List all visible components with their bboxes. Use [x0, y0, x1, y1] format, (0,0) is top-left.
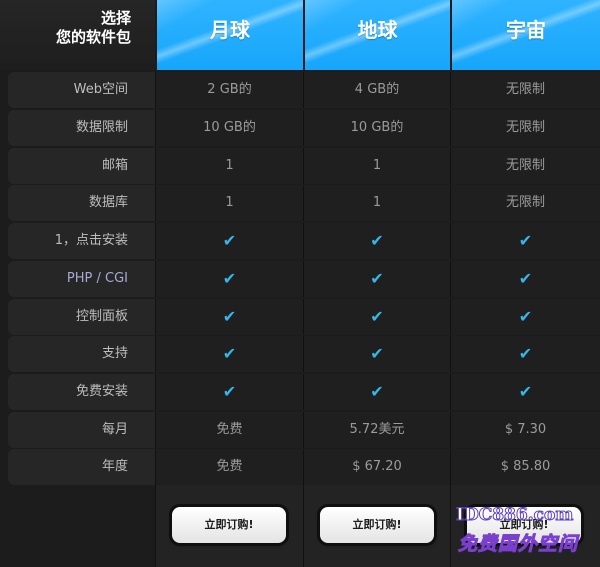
- plan-name: 地球: [357, 18, 398, 42]
- footer-cell-universe: 立即订购!: [450, 485, 600, 567]
- check-icon: ✔: [303, 299, 450, 335]
- cell-value: 无限制: [450, 148, 600, 184]
- check-icon: ✔: [155, 336, 303, 372]
- check-icon: ✔: [450, 223, 600, 259]
- table-row: Web空间 2 GB的 4 GB的 无限制: [8, 72, 600, 108]
- check-icon: ✔: [155, 261, 303, 297]
- corner-title: 选择 您的软件包: [56, 9, 131, 47]
- cell-value: 10 GB的: [155, 110, 303, 146]
- check-icon: ✔: [155, 299, 303, 335]
- table-row: 数据限制 10 GB的 10 GB的 无限制: [8, 110, 600, 146]
- corner-title-line2: 您的软件包: [55, 28, 131, 46]
- plan-header-moon: 月球: [155, 0, 303, 70]
- table-row: 每月 免费 5.72美元 $ 7.30: [8, 412, 600, 448]
- cell-value: 1: [155, 148, 303, 184]
- table-row: 控制面板 ✔ ✔ ✔: [8, 299, 600, 335]
- row-label: Web空间: [8, 72, 155, 108]
- check-icon: ✔: [450, 374, 600, 410]
- table-corner: 选择 您的软件包: [0, 0, 155, 70]
- table-row: 年度 免费 $ 67.20 $ 85.80: [8, 449, 600, 485]
- price-yearly: $ 67.20: [303, 449, 450, 485]
- order-now-button-earth[interactable]: 立即订购!: [320, 507, 434, 543]
- cell-value: 无限制: [450, 185, 600, 221]
- cell-value: 无限制: [450, 72, 600, 108]
- row-label: 控制面板: [8, 299, 155, 335]
- row-label: 支持: [8, 336, 155, 372]
- cell-value: 无限制: [450, 110, 600, 146]
- table-row: 邮箱 1 1 无限制: [8, 148, 600, 184]
- table-row: 1，点击安装 ✔ ✔ ✔: [8, 223, 600, 259]
- check-icon: ✔: [303, 261, 450, 297]
- plan-name: 月球: [210, 18, 250, 42]
- footer-cell-earth: 立即订购!: [303, 485, 450, 567]
- cell-value: 1: [303, 185, 450, 221]
- order-now-button-universe[interactable]: 立即订购!: [467, 507, 581, 543]
- price-monthly: 免费: [155, 412, 303, 448]
- row-label: 每月: [8, 412, 155, 448]
- row-label: 数据库: [8, 185, 155, 221]
- plan-header-universe: 宇宙: [450, 0, 600, 70]
- cell-value: 2 GB的: [155, 72, 303, 108]
- check-icon: ✔: [450, 336, 600, 372]
- plan-header-earth: 地球: [303, 0, 450, 70]
- cell-value: 4 GB的: [303, 72, 450, 108]
- pricing-table: 选择 您的软件包 月球 地球 宇宙 Web空间 2 GB的 4 GB的 无限制 …: [0, 0, 600, 567]
- table-row: 支持 ✔ ✔ ✔: [8, 336, 600, 372]
- row-label: 数据限制: [8, 110, 155, 146]
- cell-value: 10 GB的: [303, 110, 450, 146]
- check-icon: ✔: [155, 223, 303, 259]
- footer-spacer: [0, 485, 155, 567]
- check-icon: ✔: [450, 261, 600, 297]
- plan-name: 宇宙: [506, 18, 546, 42]
- row-label: PHP / CGI: [8, 261, 155, 297]
- footer-cell-moon: 立即订购!: [155, 485, 303, 567]
- table-row: 数据库 1 1 无限制: [8, 185, 600, 221]
- corner-title-line1: 选择: [100, 9, 131, 27]
- row-label: 邮箱: [8, 148, 155, 184]
- row-label: 免费安装: [8, 374, 155, 410]
- cell-value: 1: [303, 148, 450, 184]
- price-yearly: 免费: [155, 449, 303, 485]
- row-label: 年度: [8, 449, 155, 485]
- check-icon: ✔: [450, 299, 600, 335]
- price-yearly: $ 85.80: [450, 449, 600, 485]
- price-monthly: 5.72美元: [303, 412, 450, 448]
- check-icon: ✔: [303, 374, 450, 410]
- order-now-button-moon[interactable]: 立即订购!: [172, 507, 286, 543]
- row-label: 1，点击安装: [8, 223, 155, 259]
- price-monthly: $ 7.30: [450, 412, 600, 448]
- check-icon: ✔: [303, 223, 450, 259]
- table-row: PHP / CGI ✔ ✔ ✔: [8, 261, 600, 297]
- check-icon: ✔: [155, 374, 303, 410]
- table-row: 免费安装 ✔ ✔ ✔: [8, 374, 600, 410]
- check-icon: ✔: [303, 336, 450, 372]
- cell-value: 1: [155, 185, 303, 221]
